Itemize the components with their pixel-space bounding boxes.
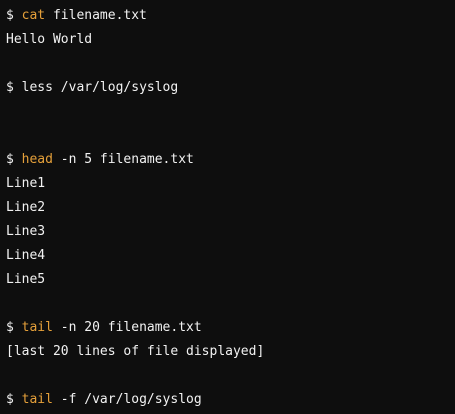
output-line: Line2 (6, 200, 46, 215)
output-line: Line1 (6, 176, 46, 191)
prompt-symbol: $ (6, 8, 14, 23)
command-name: tail (21, 320, 53, 335)
terminal-window[interactable]: $ cat filename.txt Hello World $ less /v… (0, 0, 455, 414)
output-line: Hello World (6, 32, 93, 47)
prompt-symbol: $ (6, 152, 14, 167)
command-args: /var/log/syslog (60, 80, 179, 95)
command-args: -f /var/log/syslog (60, 392, 202, 407)
command-name: less (21, 80, 53, 95)
prompt-symbol: $ (6, 80, 14, 95)
command-args: -n 20 filename.txt (60, 320, 202, 335)
prompt-symbol: $ (6, 392, 14, 407)
prompt-symbol: $ (6, 320, 14, 335)
command-line-head: $ head -n 5 filename.txt (6, 150, 455, 174)
output-line: [last 20 lines of file displayed] (6, 344, 265, 359)
command-args: filename.txt (52, 8, 147, 23)
output-line: Line5 (6, 272, 46, 287)
command-name: head (21, 152, 53, 167)
command-line-tail-f: $ tail -f /var/log/syslog (6, 390, 455, 414)
output-line: Line3 (6, 224, 46, 239)
output-line: Line4 (6, 248, 46, 263)
command-line-less: $ less /var/log/syslog (6, 78, 455, 102)
command-name: cat (21, 8, 46, 23)
command-args: -n 5 filename.txt (60, 152, 194, 167)
command-line-tail-n: $ tail -n 20 filename.txt (6, 318, 455, 342)
command-name: tail (21, 392, 53, 407)
command-line-cat: $ cat filename.txt (6, 6, 455, 30)
